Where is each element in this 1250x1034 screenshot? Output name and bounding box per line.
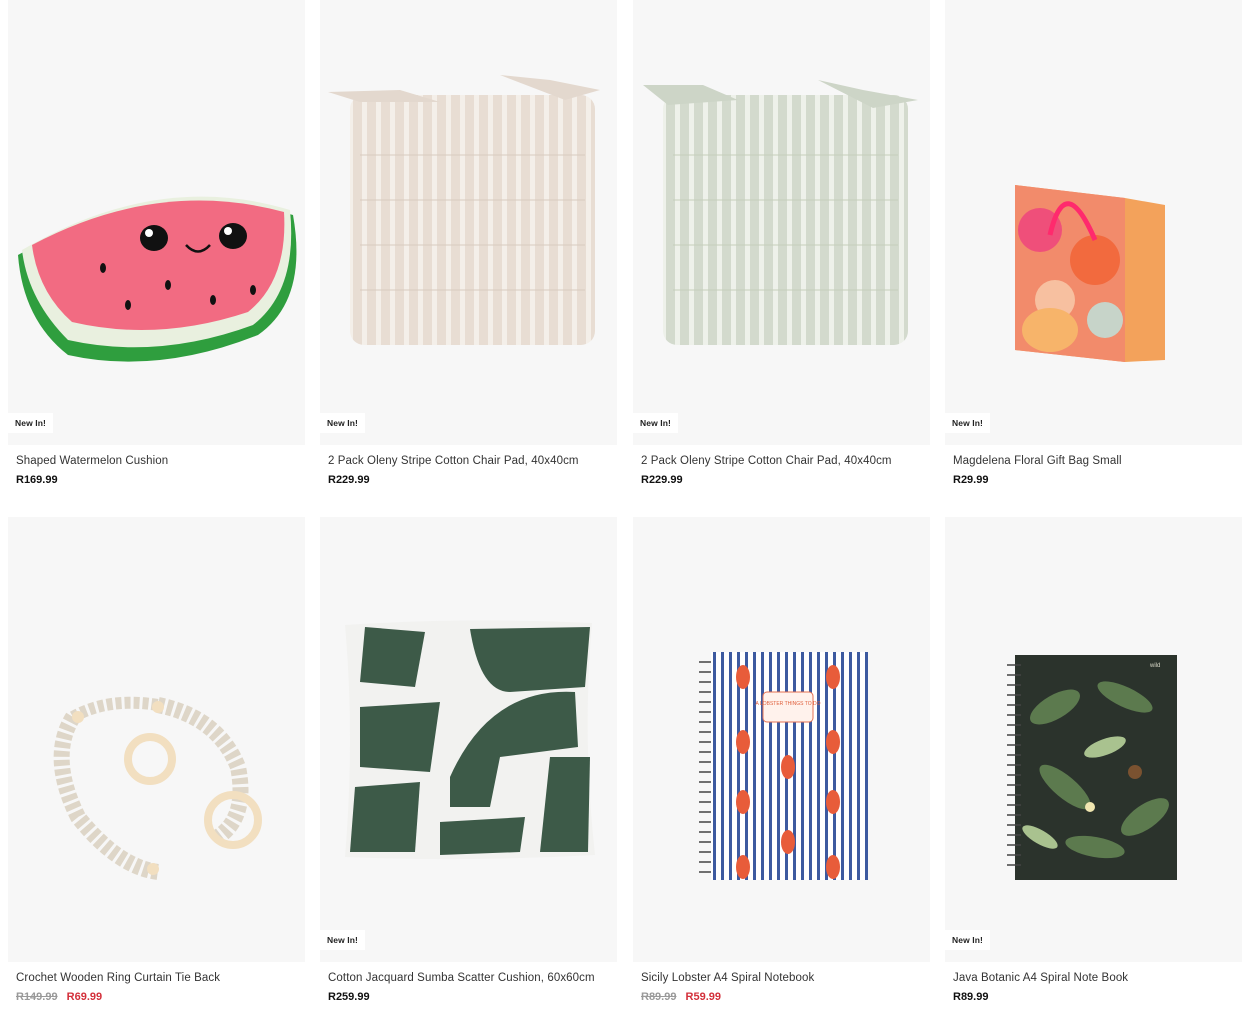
product-image[interactable]: A LOBSTER THINGS TO DO bbox=[633, 517, 930, 962]
product-card[interactable]: Crochet Wooden Ring Curtain Tie Back R14… bbox=[8, 517, 305, 1003]
product-image[interactable]: New In! bbox=[320, 0, 617, 445]
chair-pad-sage-image bbox=[643, 80, 918, 345]
chair-pad-beige-image bbox=[328, 75, 600, 345]
lobster-notebook-image: A LOBSTER THINGS TO DO bbox=[699, 652, 868, 880]
product-name[interactable]: Shaped Watermelon Cushion bbox=[16, 455, 305, 467]
notebook-cover-text: A LOBSTER THINGS TO DO bbox=[755, 701, 820, 707]
product-image[interactable] bbox=[8, 517, 305, 962]
gift-bag-image bbox=[1015, 185, 1165, 362]
new-in-badge: New In! bbox=[945, 930, 990, 950]
watermelon-cushion-image bbox=[18, 196, 297, 362]
product-name[interactable]: Java Botanic A4 Spiral Note Book bbox=[953, 972, 1242, 984]
product-name[interactable]: Crochet Wooden Ring Curtain Tie Back bbox=[16, 972, 305, 984]
notebook-cover-text: wild bbox=[1149, 663, 1160, 669]
product-price: R169.99 bbox=[16, 474, 58, 486]
product-name[interactable]: Cotton Jacquard Sumba Scatter Cushion, 6… bbox=[328, 972, 617, 984]
product-price: R89.99 R59.99 bbox=[641, 991, 930, 1003]
product-image[interactable]: New In! bbox=[8, 0, 305, 445]
new-in-badge: New In! bbox=[320, 930, 365, 950]
original-price: R89.99 bbox=[641, 991, 677, 1003]
product-name[interactable]: Sicily Lobster A4 Spiral Notebook bbox=[641, 972, 930, 984]
product-name[interactable]: 2 Pack Oleny Stripe Cotton Chair Pad, 40… bbox=[641, 455, 930, 467]
sale-price: R59.99 bbox=[685, 991, 722, 1003]
product-card[interactable]: New In! 2 Pack Oleny Stripe Cotton Chair… bbox=[633, 0, 930, 486]
product-card[interactable]: New In! Cotton Jacquard Sumba Scatter Cu… bbox=[320, 517, 617, 1003]
product-name[interactable]: Magdelena Floral Gift Bag Small bbox=[953, 455, 1242, 467]
product-image[interactable]: New In! bbox=[945, 0, 1242, 445]
product-price: R149.99 R69.99 bbox=[16, 991, 305, 1003]
product-price: R259.99 bbox=[328, 991, 370, 1003]
curtain-tie-back-image bbox=[53, 696, 262, 880]
scatter-cushion-image bbox=[345, 620, 595, 860]
product-card[interactable]: A LOBSTER THINGS TO DO Sicily Lobster A4… bbox=[633, 517, 930, 1003]
sale-price: R69.99 bbox=[66, 991, 103, 1003]
product-grid: New In! Shaped Watermelon Cushion R169.9… bbox=[0, 0, 1250, 1034]
botanic-notebook-image: wild bbox=[1007, 655, 1177, 880]
new-in-badge: New In! bbox=[633, 413, 678, 433]
new-in-badge: New In! bbox=[945, 413, 990, 433]
product-card[interactable]: New In! Magdelena Floral Gift Bag Small … bbox=[945, 0, 1242, 486]
new-in-badge: New In! bbox=[320, 413, 365, 433]
product-card[interactable]: wild New In! Java Botanic A4 Spiral Note… bbox=[945, 517, 1242, 1003]
product-card[interactable]: New In! 2 Pack Oleny Stripe Cotton Chair… bbox=[320, 0, 617, 486]
original-price: R149.99 bbox=[16, 991, 58, 1003]
product-image[interactable]: New In! bbox=[320, 517, 617, 962]
product-image[interactable]: New In! bbox=[633, 0, 930, 445]
product-price: R229.99 bbox=[641, 474, 683, 486]
product-card[interactable]: New In! Shaped Watermelon Cushion R169.9… bbox=[8, 0, 305, 486]
product-image[interactable]: wild New In! bbox=[945, 517, 1242, 962]
new-in-badge: New In! bbox=[8, 413, 53, 433]
product-price: R229.99 bbox=[328, 474, 370, 486]
product-price: R89.99 bbox=[953, 991, 989, 1003]
product-price: R29.99 bbox=[953, 474, 989, 486]
product-name[interactable]: 2 Pack Oleny Stripe Cotton Chair Pad, 40… bbox=[328, 455, 617, 467]
